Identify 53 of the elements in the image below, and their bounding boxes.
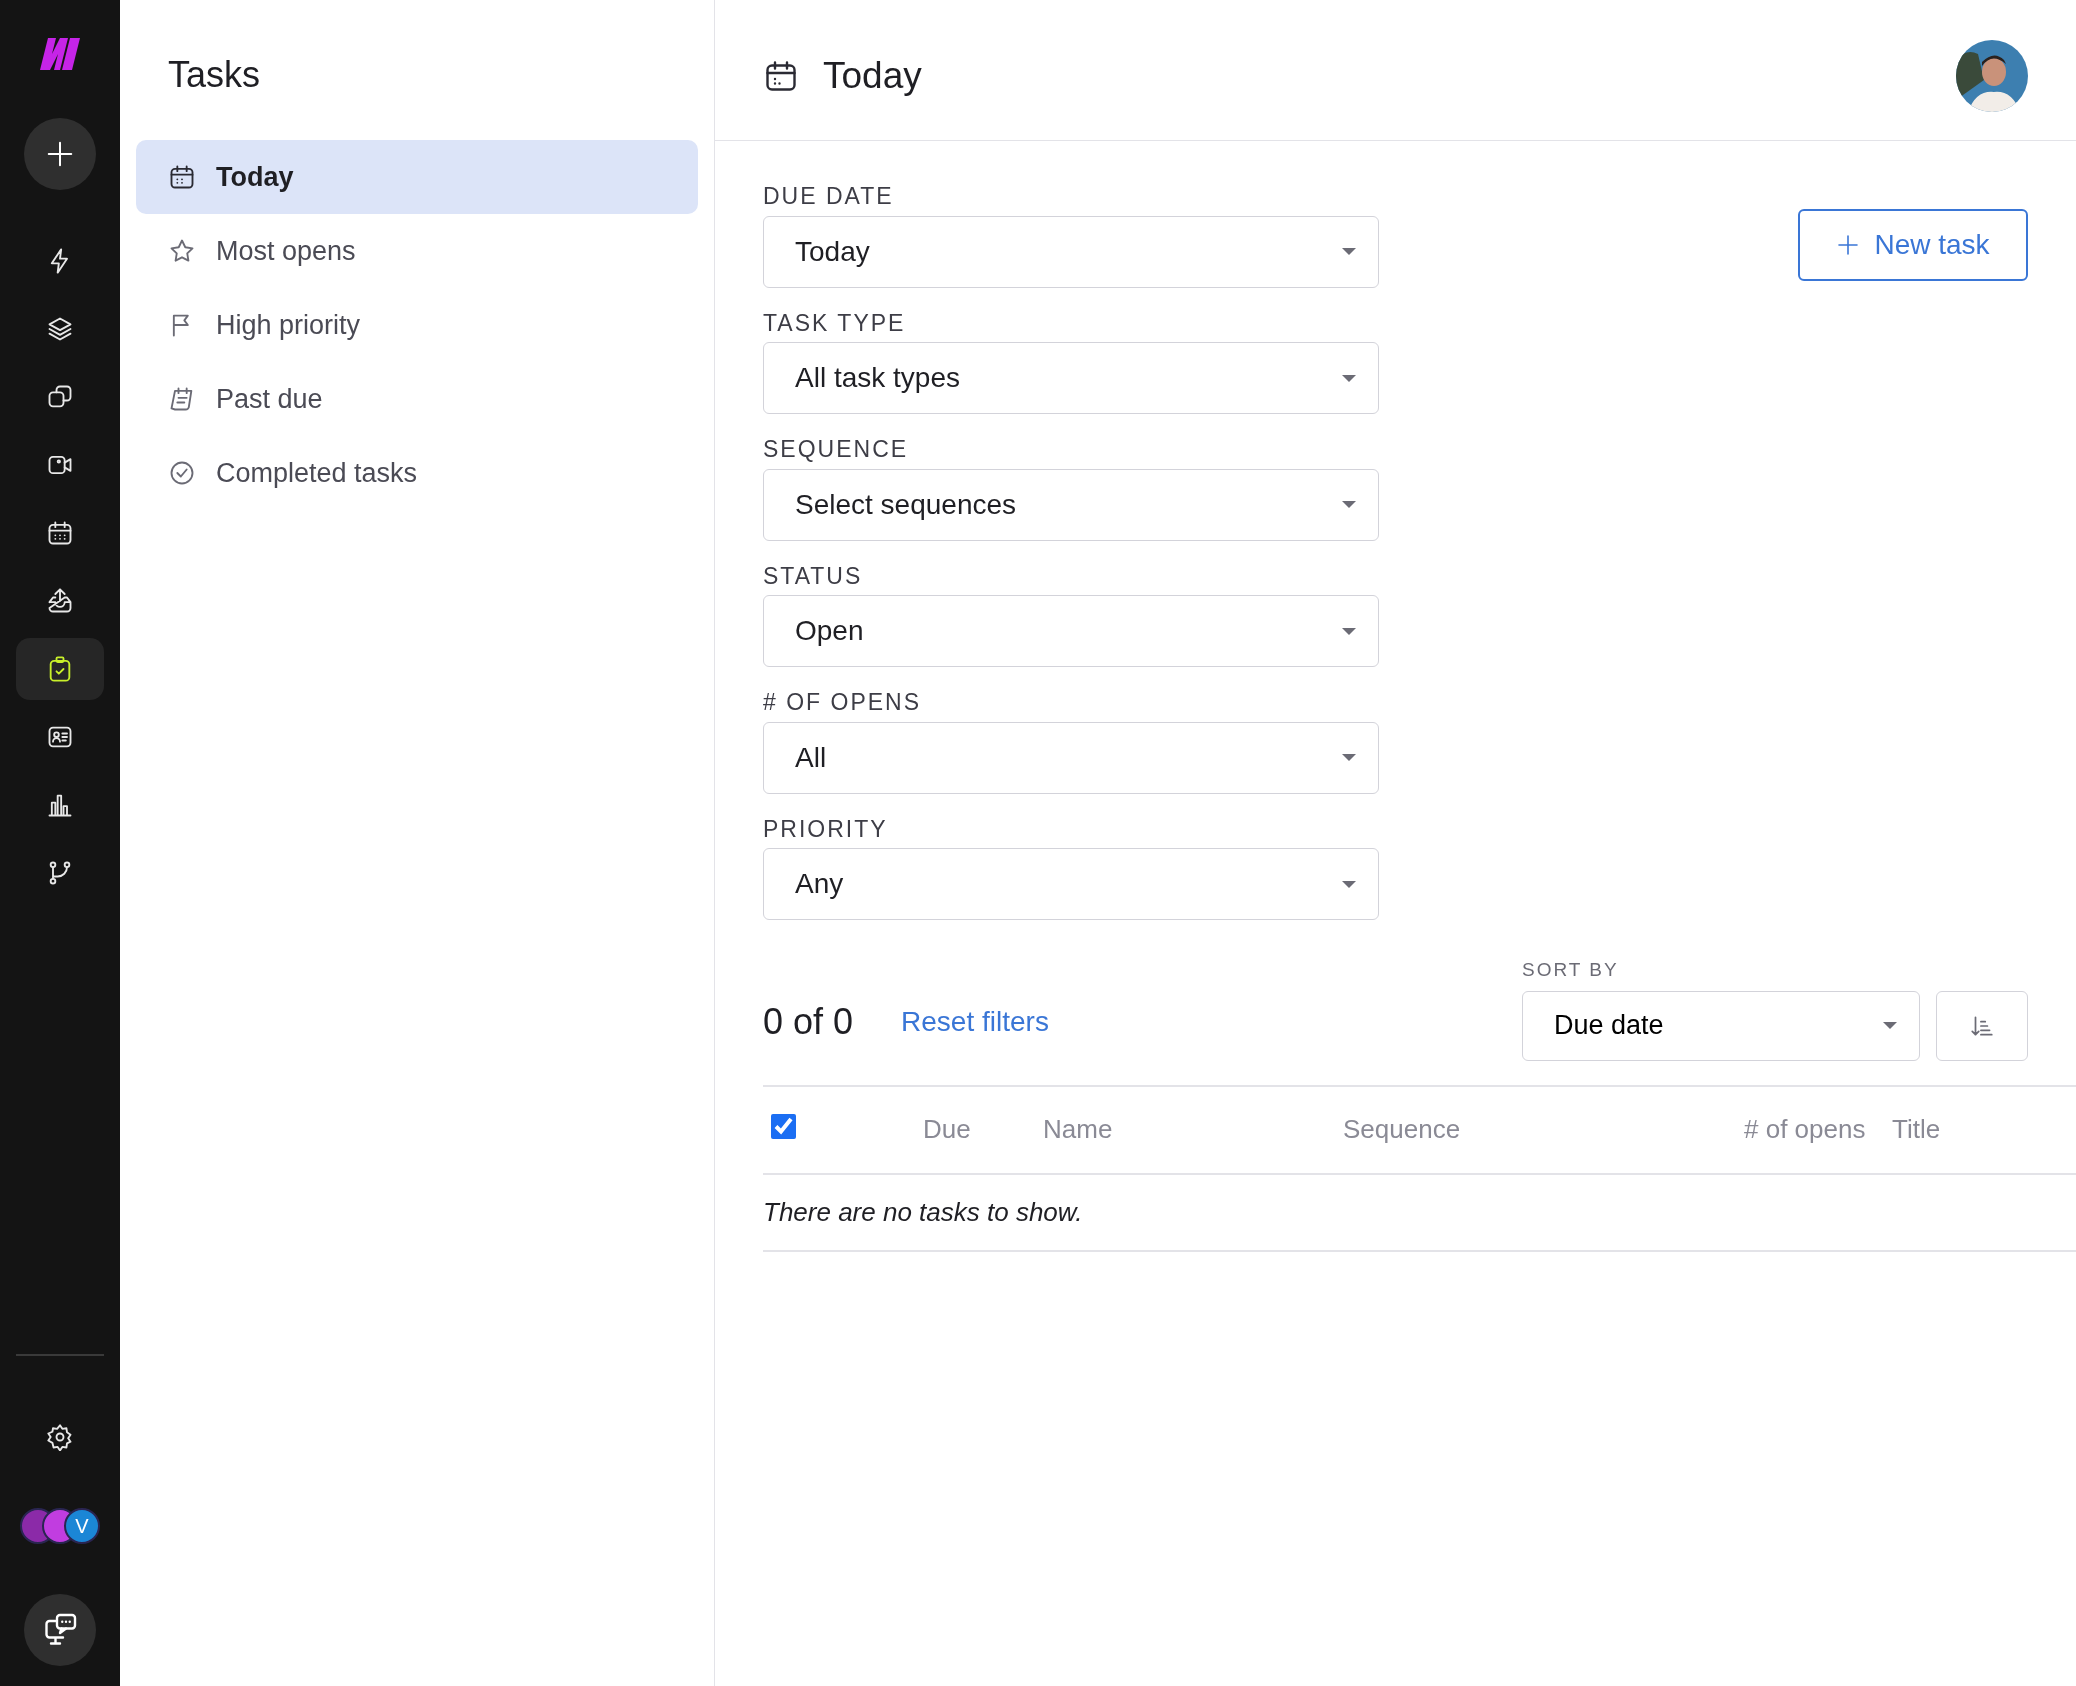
column-header: Due xyxy=(923,1113,971,1146)
star-icon xyxy=(168,237,196,265)
sidebar-item[interactable]: Today xyxy=(136,140,698,214)
panel-title: Tasks xyxy=(168,53,262,97)
column-header: Sequence xyxy=(1343,1113,1461,1146)
column-header: # of opens xyxy=(1744,1113,1866,1146)
plus-icon xyxy=(1836,233,1861,257)
caret-icon xyxy=(1342,627,1356,635)
layers-icon xyxy=(46,315,74,343)
calendar-icon xyxy=(763,58,799,94)
select-field[interactable]: Any xyxy=(763,848,1379,920)
calendar-icon xyxy=(46,519,74,547)
caret-icon xyxy=(1342,754,1356,761)
avatar: V xyxy=(64,1508,100,1544)
field-label: # OF OPENS xyxy=(763,688,923,717)
field-label: DUE DATE xyxy=(763,182,895,211)
workspace-avatars[interactable]: V xyxy=(20,1508,100,1544)
chat-monitor-icon xyxy=(42,1612,78,1648)
caret-icon xyxy=(1342,880,1356,888)
logo-icon xyxy=(38,36,82,72)
result-count: 0 of 0 xyxy=(763,999,854,1044)
calendar-icon xyxy=(168,163,196,191)
sidebar-item[interactable]: High priority xyxy=(136,288,698,362)
sidebar-item[interactable]: Completed tasks xyxy=(136,436,698,510)
nav-button[interactable] xyxy=(16,638,104,700)
empty-message: There are no tasks to show. xyxy=(763,1174,2076,1252)
reset-filters-link[interactable]: Reset filters xyxy=(901,1000,1049,1043)
check-circle-icon xyxy=(168,459,196,487)
select-field[interactable]: Open xyxy=(763,595,1379,667)
column-header: Title xyxy=(1892,1113,1941,1146)
field-label: SEQUENCE xyxy=(763,435,910,464)
inbox-upload-icon xyxy=(46,587,74,615)
caret-icon xyxy=(1342,374,1356,382)
field-label: TASK TYPE xyxy=(763,308,907,338)
field-label: STATUS xyxy=(763,561,864,591)
field-label: PRIORITY xyxy=(763,814,889,844)
new-task-button[interactable]: New task xyxy=(1798,209,2028,281)
settings-icon xyxy=(46,1423,74,1451)
select-field[interactable]: Select sequences xyxy=(763,468,1379,541)
select-field[interactable]: All task types xyxy=(763,342,1379,414)
select-field[interactable]: Today xyxy=(763,215,1379,288)
select-all-checkbox[interactable] xyxy=(771,1114,796,1139)
caret-icon xyxy=(1342,248,1356,255)
field-label: SORT BY xyxy=(1522,958,1620,982)
sort-select[interactable]: Due date xyxy=(1522,990,1920,1061)
column-header: Name xyxy=(1043,1113,1113,1146)
sidebar-item[interactable]: Most opens xyxy=(136,214,698,288)
sidebar-item[interactable]: Past due xyxy=(136,362,698,436)
plus-icon xyxy=(45,139,75,169)
select-field[interactable]: All xyxy=(763,721,1379,794)
page-title: Today xyxy=(823,54,923,99)
caret-icon xyxy=(1342,501,1356,508)
caret-icon xyxy=(1883,1022,1897,1029)
